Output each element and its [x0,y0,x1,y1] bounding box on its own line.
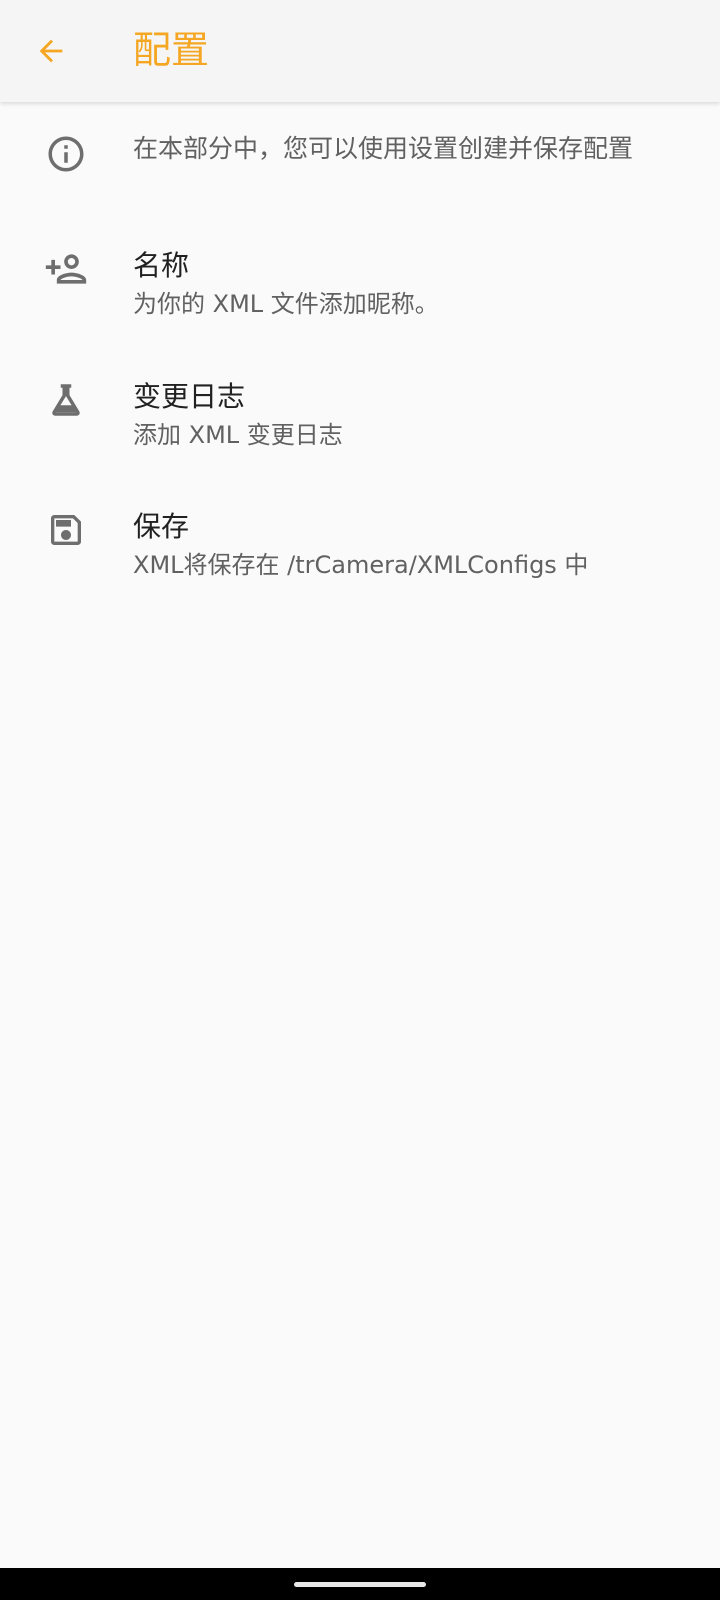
person-add-icon [45,254,87,284]
save-icon [51,515,81,545]
changelog-subtitle: 添加 XML 变更日志 [133,421,343,449]
name-subtitle: 为你的 XML 文件添加昵称。 [133,290,439,318]
info-icon [48,136,84,172]
save-icon-wrap [44,508,88,552]
info-row: 在本部分中，您可以使用设置创建并保存配置 [0,120,720,190]
save-title: 保存 [133,510,190,543]
arrow-back-icon [39,39,63,63]
flask-icon [52,384,80,416]
flask-icon-wrap [44,378,88,422]
changelog-title: 变更日志 [133,380,246,413]
save-row[interactable]: 保存 XML将保存在 /trCamera/XMLConfigs 中 [0,508,720,588]
save-subtitle: XML将保存在 /trCamera/XMLConfigs 中 [133,551,589,579]
info-text: 在本部分中，您可以使用设置创建并保存配置 [133,134,634,163]
name-title: 名称 [133,249,190,282]
person-add-icon-wrap [44,247,88,291]
home-gesture-pill[interactable] [294,1582,426,1587]
info-icon-wrap [44,132,88,176]
changelog-row[interactable]: 变更日志 添加 XML 变更日志 [0,378,720,458]
app-bar: 配置 [0,0,720,102]
name-row[interactable]: 名称 为你的 XML 文件添加昵称。 [0,247,720,327]
back-button[interactable] [28,28,74,74]
page-title: 配置 [133,28,210,72]
